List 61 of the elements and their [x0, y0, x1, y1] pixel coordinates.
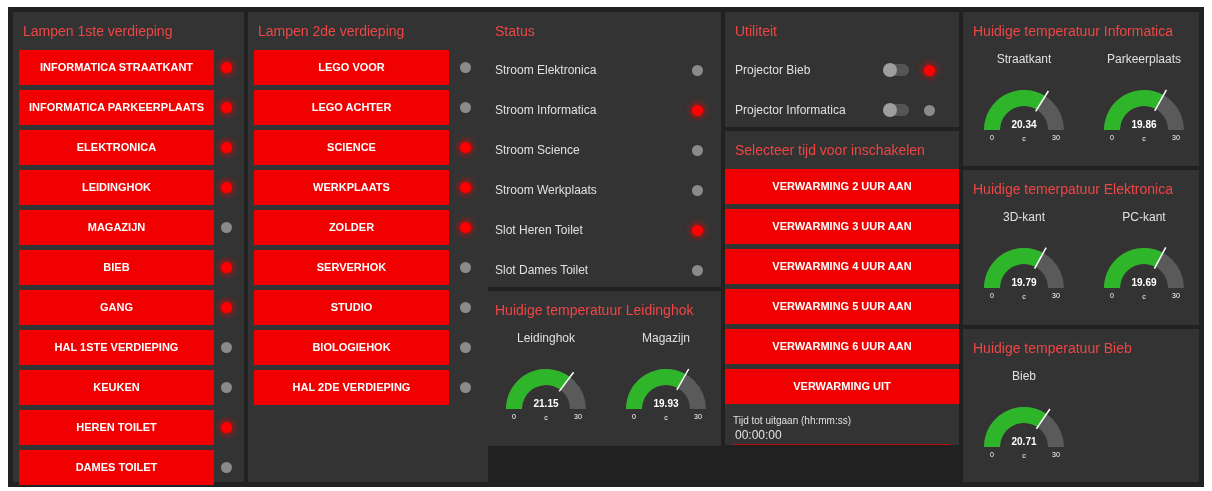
gauge-value: 20.71: [1011, 436, 1037, 447]
heating-button[interactable]: VERWARMING 6 UUR AAN: [725, 329, 959, 364]
card-title: Huidige temperatuur Informatica: [972, 22, 1174, 41]
lamp-button[interactable]: LEGO ACHTER: [254, 90, 449, 125]
lamp-button[interactable]: GANG: [19, 290, 214, 325]
gauge-label: Bieb: [1012, 368, 1036, 385]
gauge-value: 21.15: [533, 398, 559, 409]
lamp-button[interactable]: STUDIO: [254, 290, 449, 325]
lamp-button[interactable]: BIOLOGIEHOK: [254, 330, 449, 365]
gauge-label: Magazijn: [642, 330, 690, 347]
gauge-value: 19.69: [1131, 277, 1157, 288]
time-field[interactable]: 00:00:00: [733, 428, 951, 445]
lamp-button[interactable]: ELEKTRONICA: [19, 130, 214, 165]
lamp-button[interactable]: KEUKEN: [19, 370, 214, 405]
lamp-button[interactable]: HEREN TOILET: [19, 410, 214, 445]
lamp-button[interactable]: MAGAZIJN: [19, 210, 214, 245]
heating-button[interactable]: VERWARMING 4 UUR AAN: [725, 249, 959, 284]
lamp-button[interactable]: LEIDINGHOK: [19, 170, 214, 205]
status-label: Stroom Werkplaats: [495, 182, 597, 199]
status-label: Stroom Science: [495, 142, 580, 159]
gauge-value: 19.93: [653, 398, 679, 409]
heating-button[interactable]: VERWARMING 3 UUR AAN: [725, 209, 959, 244]
utility-label: Projector Informatica: [735, 102, 847, 119]
heating-button[interactable]: VERWARMING UIT: [725, 369, 959, 404]
lamp-button[interactable]: INFORMATICA STRAATKANT: [19, 50, 214, 85]
status-label: Slot Dames Toilet: [495, 262, 589, 279]
lamp-button[interactable]: ZOLDER: [254, 210, 449, 245]
card-title: Lampen 1ste verdieping: [22, 22, 174, 41]
toggle-switch[interactable]: [883, 104, 909, 116]
status-label: Slot Heren Toilet: [495, 222, 583, 239]
gauge-label: Leidinghok: [516, 330, 576, 347]
utility-label: Projector Bieb: [735, 62, 812, 79]
gauge-value: 19.86: [1131, 119, 1157, 130]
gauge-value: 19.79: [1011, 277, 1037, 288]
lamp-button[interactable]: HAL 2DE VERDIEPING: [254, 370, 449, 405]
gauge-label: Parkeerplaats: [1106, 51, 1181, 68]
lamp-button[interactable]: DAMES TOILET: [19, 450, 214, 485]
card-title: Huidige temerpatuur Elektronica: [972, 180, 1174, 199]
heating-button[interactable]: VERWARMING 2 UUR AAN: [725, 169, 959, 204]
status-label: Stroom Elektronica: [495, 62, 597, 79]
card-title: Huidige temperatuur Bieb: [972, 339, 1133, 358]
lamp-button[interactable]: SCIENCE: [254, 130, 449, 165]
lamp-button[interactable]: LEGO VOOR: [254, 50, 449, 85]
card-title: Utiliteit: [734, 22, 778, 41]
card-title: Selecteer tijd voor inschakelen: [734, 141, 926, 160]
card-title: Huidige temperatuur Leidinghok: [494, 301, 695, 320]
gauge-label: 3D-kant: [1003, 209, 1045, 226]
card-title: Lampen 2de verdieping: [257, 22, 406, 41]
card-title: Status: [494, 22, 536, 41]
lamp-button[interactable]: INFORMATICA PARKEERPLAATS: [19, 90, 214, 125]
toggle-switch[interactable]: [883, 64, 909, 76]
gauge-label: PC-kant: [1122, 209, 1166, 226]
gauge-value: 20.34: [1011, 119, 1037, 130]
lamp-button[interactable]: BIEB: [19, 250, 214, 285]
field-label: Tijd tot uitgaan (hh:mm:ss): [733, 414, 852, 428]
heating-button[interactable]: VERWARMING 5 UUR AAN: [725, 289, 959, 324]
gauge-label: Straatkant: [996, 51, 1052, 68]
lamp-button[interactable]: HAL 1STE VERDIEPING: [19, 330, 214, 365]
status-label: Stroom Informatica: [495, 102, 597, 119]
lamp-button[interactable]: SERVERHOK: [254, 250, 449, 285]
lamp-button[interactable]: WERKPLAATS: [254, 170, 449, 205]
